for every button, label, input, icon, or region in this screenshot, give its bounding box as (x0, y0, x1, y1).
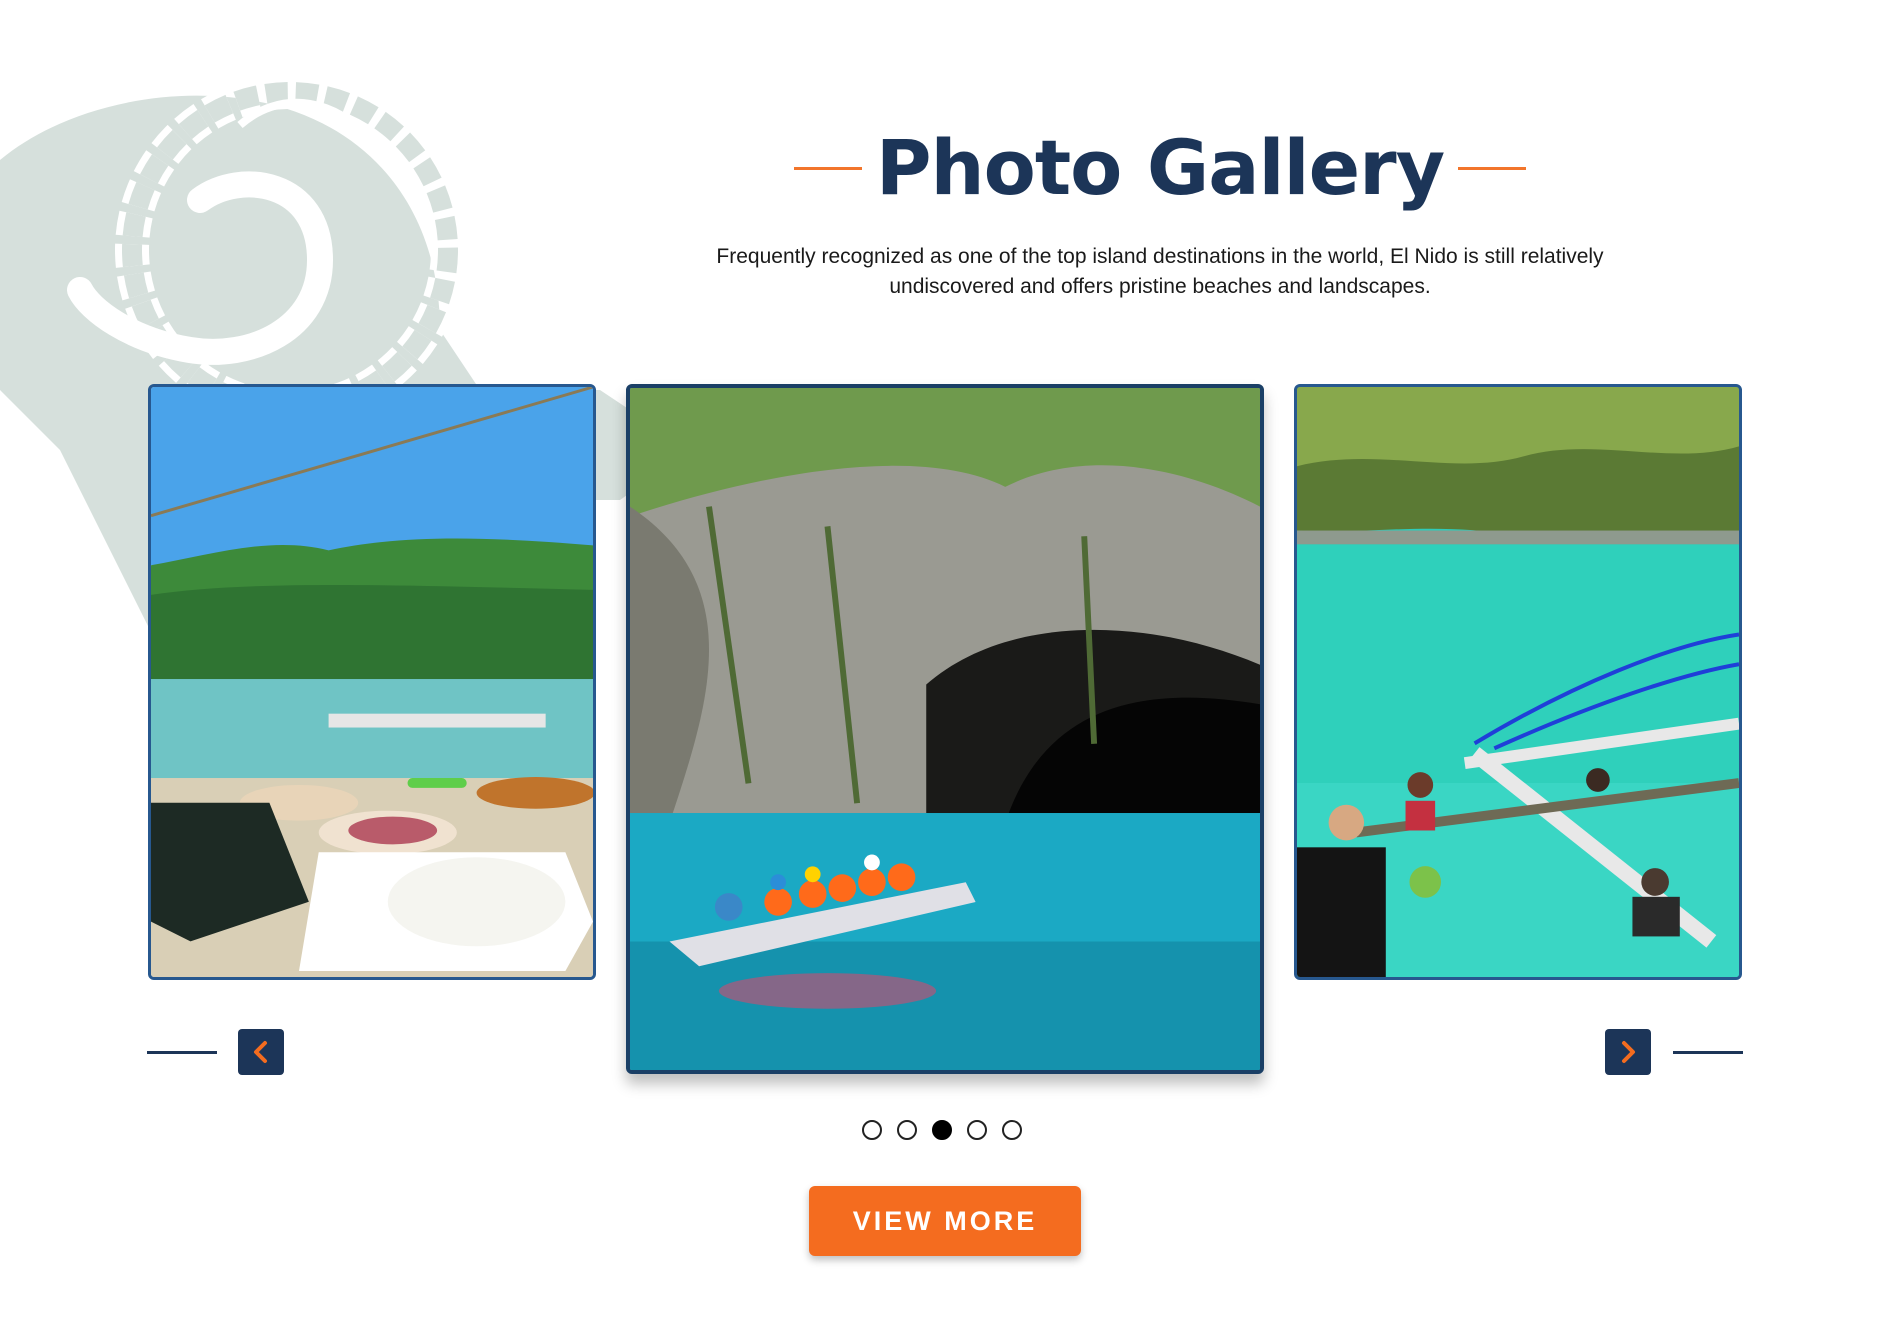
view-more-button[interactable]: VIEW MORE (809, 1186, 1081, 1256)
gallery-description: Frequently recognized as one of the top … (716, 245, 1604, 298)
boat-lunch-photo (151, 387, 593, 977)
prev-rule (147, 1051, 217, 1054)
prev-slide-button[interactable] (238, 1029, 284, 1075)
chevron-left-icon (254, 1041, 267, 1063)
carousel-pagination (862, 1120, 1022, 1140)
pagination-dot-4[interactable] (967, 1120, 987, 1140)
pagination-dot-2[interactable] (897, 1120, 917, 1140)
underground-river-photo (630, 388, 1260, 1070)
heading-right-rule (1458, 166, 1527, 170)
gallery-slide-active[interactable] (626, 384, 1264, 1074)
gallery-heading: Photo Gallery (760, 118, 1560, 218)
next-rule (1673, 1051, 1743, 1054)
gallery-slide-next[interactable] (1294, 384, 1742, 980)
heading-left-rule (793, 166, 862, 170)
gallery-slide-previous[interactable] (148, 384, 596, 980)
lagoon-swim-photo (1297, 387, 1739, 977)
photo-gallery-section: Photo Gallery Frequently recognized as o… (0, 0, 1880, 1330)
pagination-dot-5[interactable] (1002, 1120, 1022, 1140)
pagination-dot-3-active[interactable] (932, 1120, 952, 1140)
chevron-right-icon (1622, 1041, 1635, 1063)
page-title: Photo Gallery (875, 123, 1445, 212)
pagination-dot-1[interactable] (862, 1120, 882, 1140)
next-slide-button[interactable] (1605, 1029, 1651, 1075)
